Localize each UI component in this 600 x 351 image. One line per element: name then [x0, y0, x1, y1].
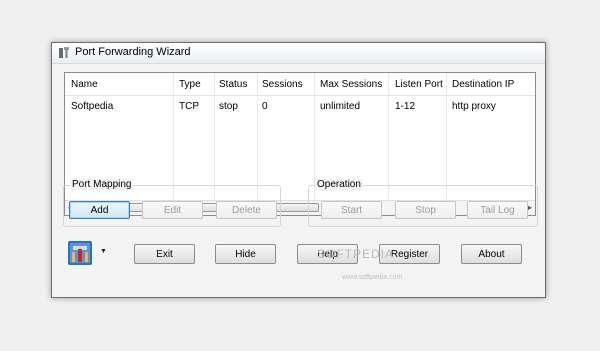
cell-name[interactable]: Softpedia	[71, 101, 113, 112]
operation-group: Operation Start Stop Tail Log	[308, 179, 538, 227]
about-button[interactable]: About	[461, 244, 522, 264]
header-listen-port[interactable]: Listen Port	[395, 79, 443, 90]
hide-button[interactable]: Hide	[215, 244, 276, 264]
header-type[interactable]: Type	[179, 79, 201, 90]
header-destination-ip[interactable]: Destination IP	[452, 79, 514, 90]
port-mapping-label: Port Mapping	[70, 179, 134, 190]
start-button[interactable]: Start	[321, 201, 382, 219]
delete-button[interactable]: Delete	[216, 201, 277, 219]
edit-button[interactable]: Edit	[142, 201, 203, 219]
port-wizard-logo-icon[interactable]	[67, 240, 93, 266]
main-window: Port Forwarding Wizard Name Softpedia Ty…	[51, 42, 546, 298]
add-button[interactable]: Add	[69, 201, 130, 219]
column-type: Type TCP	[174, 73, 215, 203]
stop-button[interactable]: Stop	[395, 201, 456, 219]
title-bar: Port Forwarding Wizard	[52, 43, 545, 64]
logo-dropdown-icon[interactable]: ▼	[100, 248, 107, 255]
tools-icon	[59, 47, 69, 58]
watermark-url: www.softpedia.com	[342, 274, 403, 281]
port-mapping-group: Port Mapping Add Edit Delete	[63, 179, 281, 227]
exit-button[interactable]: Exit	[134, 244, 195, 264]
cell-sessions: 0	[262, 101, 268, 112]
cell-listen-port: 1-12	[395, 101, 416, 112]
watermark-text: SOFTPEDIA	[317, 247, 395, 261]
cell-destination-ip: http proxy	[452, 101, 496, 112]
operation-label: Operation	[315, 179, 363, 190]
cell-max-sessions: unlimited	[320, 101, 361, 112]
header-name[interactable]: Name	[71, 79, 98, 90]
column-destination-ip: Destination IP http proxy	[447, 73, 535, 203]
window-title: Port Forwarding Wizard	[75, 46, 191, 58]
header-max-sessions[interactable]: Max Sessions	[320, 79, 382, 90]
tail-log-button[interactable]: Tail Log	[467, 201, 528, 219]
header-sessions[interactable]: Sessions	[262, 79, 303, 90]
cell-type: TCP	[179, 101, 199, 112]
column-status: Status stop	[215, 73, 258, 203]
cell-status: stop	[219, 101, 238, 112]
column-listen-port: Listen Port 1-12	[389, 73, 447, 203]
column-sessions: Sessions 0	[258, 73, 315, 203]
header-status[interactable]: Status	[219, 79, 247, 90]
